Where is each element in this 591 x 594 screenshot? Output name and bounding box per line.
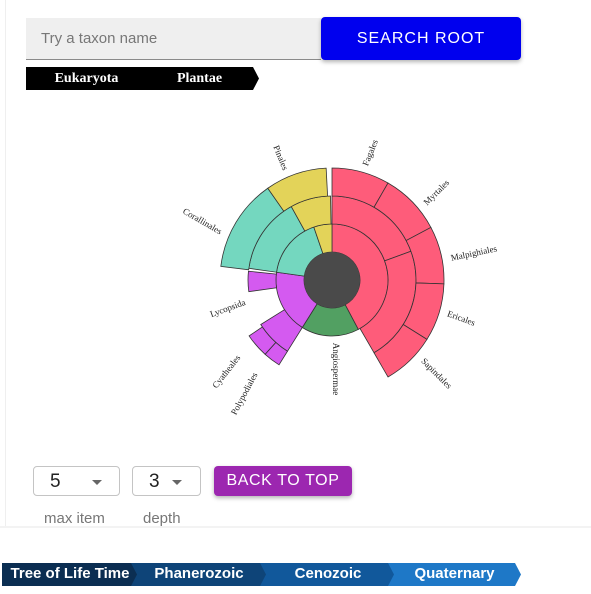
sunburst-label: Polypodiales [229,370,260,416]
breadcrumb-item-eukaryota[interactable]: Eukaryota [26,67,147,90]
sunburst-label: Lycopsida [209,297,247,319]
sunburst-label: Pinales [271,144,290,172]
depth-value: 3 [149,471,160,492]
breadcrumb-item-plantae[interactable]: Plantae [140,67,259,90]
depth-select[interactable]: 3 [132,466,201,496]
sunburst-label: Fagales [360,138,380,168]
timeline-item-tree-of-life-time[interactable]: Tree of Life Time [2,563,138,586]
timeline-label: Phanerozoic [154,565,244,582]
max-item-select[interactable]: 5 [33,466,120,496]
timeline-item-quaternary[interactable]: Quaternary [388,563,521,586]
sunburst-label: Myrtales [421,177,451,207]
taxonomy-sunburst-chart: Pinales Fagales Myrtales Corallinales Malpig… [181,138,499,417]
timeline-label: Quaternary [414,565,495,582]
breadcrumb-label: Eukaryota [54,71,119,86]
timeline-item-cenozoic[interactable]: Cenozoic [260,563,396,586]
sunburst-center[interactable] [304,252,360,308]
sunburst-segment-lycopsida[interactable] [247,270,277,293]
timeline-label: Tree of Life Time [10,565,130,582]
max-item-value: 5 [50,471,61,492]
depth-label: depth [143,510,181,527]
max-item-label: max item [44,510,105,527]
sunburst-label: Angiospermae [331,343,341,395]
breadcrumb-label: Plantae [176,71,223,86]
timeline-label: Cenozoic [294,565,362,582]
chevron-down-icon [92,480,102,485]
chevron-down-icon [172,480,182,485]
sunburst-label: Malpighiales [450,243,499,263]
sunburst-label: Sapindales [419,356,454,391]
search-root-button[interactable]: SEARCH ROOT [321,17,521,60]
taxon-search-input[interactable] [26,18,321,60]
sunburst-label: Cyatheales [210,352,242,390]
sunburst-label: Ericales [446,308,477,327]
back-to-top-button[interactable]: BACK TO TOP [214,466,352,496]
sunburst-label: Corallinales [181,206,224,237]
timeline-item-phanerozoic[interactable]: Phanerozoic [131,563,267,586]
